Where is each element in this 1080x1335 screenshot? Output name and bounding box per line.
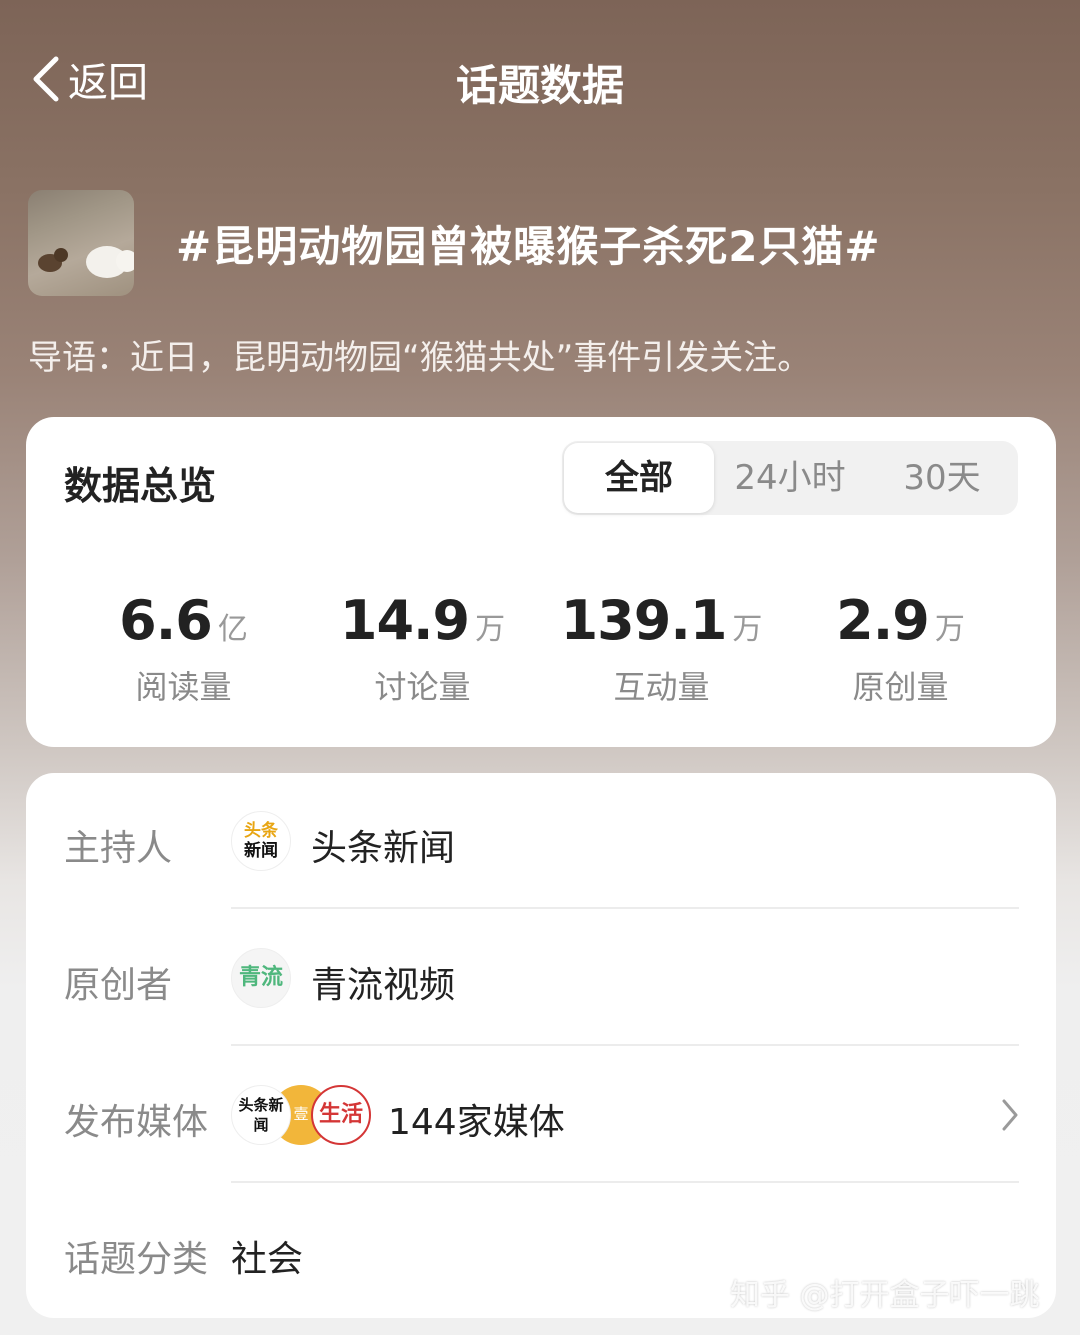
host-label: 主持人: [64, 828, 173, 869]
stat-originals: 2.9 万 原创量: [781, 589, 1020, 708]
stat-label: 讨论量: [374, 668, 471, 706]
divider: [231, 907, 1019, 909]
topic-intro: 导语：近日，昆明动物园“猴猫共处”事件引发关注。: [28, 338, 812, 378]
avatar-text-top: 头条: [244, 821, 278, 841]
media-count: 144家媒体: [388, 1102, 565, 1143]
topic-thumbnail: [28, 190, 134, 296]
creator-name: 青流视频: [311, 965, 456, 1006]
tab-24h[interactable]: 24小时: [714, 441, 866, 515]
category-value: 社会: [231, 1239, 304, 1280]
stat-label: 阅读量: [135, 668, 232, 706]
creator-row[interactable]: 原创者 青流 青流视频: [26, 910, 1056, 1046]
topic-title: #昆明动物园曾被曝猴子杀死2只猫#: [176, 221, 881, 271]
creator-avatar: 青流: [231, 948, 291, 1008]
stat-unit: 万: [475, 612, 506, 647]
watermark: 知乎 @打开盒子吓一跳: [730, 1278, 1040, 1313]
chevron-right-icon[interactable]: [1000, 1097, 1020, 1133]
stat-unit: 亿: [217, 612, 248, 647]
time-range-tabs: 全部 24小时 30天: [562, 441, 1018, 515]
host-avatar: 头条 新闻: [231, 811, 291, 871]
tab-all[interactable]: 全部: [564, 443, 714, 513]
page-title: 话题数据: [455, 61, 624, 110]
divider: [231, 1181, 1019, 1183]
cat-head-shape: [116, 250, 134, 272]
stat-value: 6.6: [119, 589, 213, 652]
media-avatar-3: 生活: [311, 1085, 371, 1145]
stat-reads: 6.6 亿 阅读量: [64, 589, 303, 708]
monkey-head-shape: [54, 248, 68, 262]
stat-value: 2.9: [836, 589, 930, 652]
host-row[interactable]: 主持人 头条 新闻 头条新闻: [26, 773, 1056, 909]
divider: [231, 1044, 1019, 1046]
stat-label: 互动量: [613, 668, 710, 706]
stat-label: 原创量: [852, 668, 949, 706]
stat-unit: 万: [934, 612, 965, 647]
info-card: 主持人 头条 新闻 头条新闻 原创者 青流 青流视频 发布媒体 壹 生活 头条新…: [26, 773, 1056, 1318]
stat-value: 14.9: [339, 589, 470, 652]
media-avatar-1: 头条新闻: [231, 1085, 291, 1145]
media-label: 发布媒体: [64, 1102, 209, 1143]
media-row[interactable]: 发布媒体 壹 生活 头条新闻 144家媒体: [26, 1047, 1056, 1183]
overview-card: 数据总览 全部 24小时 30天 6.6 亿 阅读量 14.9 万 讨论量 139.…: [26, 417, 1056, 747]
creator-label: 原创者: [64, 965, 173, 1006]
overview-title: 数据总览: [64, 464, 217, 508]
avatar-text-bottom: 新闻: [244, 841, 278, 861]
stat-value: 139.1: [560, 589, 728, 652]
topic-header: #昆明动物园曾被曝猴子杀死2只猫#: [28, 190, 881, 296]
category-label: 话题分类: [64, 1239, 209, 1280]
host-name: 头条新闻: [311, 828, 456, 869]
stat-unit: 万: [732, 612, 763, 647]
stat-interactions: 139.1 万 互动量: [542, 589, 781, 708]
stat-discussions: 14.9 万 讨论量: [303, 589, 542, 708]
tab-30d[interactable]: 30天: [866, 441, 1018, 515]
top-nav: 返回 话题数据: [0, 0, 1080, 160]
